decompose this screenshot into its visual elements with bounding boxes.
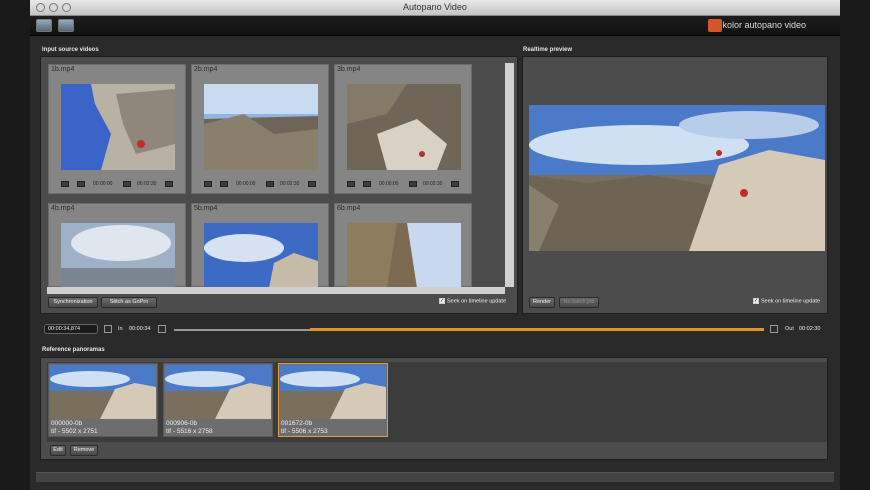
reference-name: 000906-0b (166, 420, 198, 427)
current-time: 00:00:00 (93, 181, 113, 187)
render-button[interactable]: Render (529, 297, 555, 308)
reference-thumbnail (165, 365, 271, 419)
input-source-label: Input source videos (42, 47, 99, 53)
play-button[interactable] (204, 181, 212, 187)
set-out-icon[interactable] (770, 325, 778, 333)
checkmark-icon: ✓ (439, 298, 445, 304)
realtime-preview-label: Realtime preview (523, 47, 573, 53)
options-icon[interactable] (165, 181, 173, 187)
video-thumbnail (204, 84, 318, 170)
video-name: 1b.mp4 (51, 66, 75, 73)
timecode-field[interactable]: 00:00:34,874 (44, 324, 98, 334)
step-forward-button[interactable] (266, 181, 274, 187)
stitch-button[interactable]: Stitch as GoPro (101, 297, 157, 308)
input-source-panel: 1b.mp4 00:00:00 00:02:30 2b.mp4 00:00:00… (40, 56, 518, 314)
panorama-preview (529, 105, 825, 251)
remove-button[interactable]: Remove (70, 445, 98, 456)
options-icon[interactable] (308, 181, 316, 187)
reference-info: tif - 5502 x 2751 (51, 428, 98, 435)
seek-label: Seek on timeline update (447, 298, 507, 305)
video-cell[interactable]: 3b.mp4 00:00:00 00:02:30 (334, 64, 472, 194)
play-button[interactable] (347, 181, 355, 187)
seek-on-timeline-checkbox[interactable]: ✓ Seek on timeline update (439, 298, 506, 304)
step-forward-button[interactable] (123, 181, 131, 187)
reference-name: 000000-0b (51, 420, 83, 427)
reference-info: tif - 5516 x 2758 (166, 428, 213, 435)
app-window: Autopano Video kolor autopano video Inpu… (30, 0, 840, 490)
edit-button[interactable]: Edit (50, 445, 66, 456)
set-in-icon[interactable] (158, 325, 166, 333)
video-thumbnail (61, 84, 175, 170)
out-label: Out (785, 326, 794, 332)
reference-panoramas-label: Reference panoramas (42, 347, 105, 353)
video-thumbnail (347, 84, 461, 170)
step-back-button[interactable] (363, 181, 371, 187)
video-name: 6b.mp4 (337, 205, 361, 212)
current-time: 00:00:00 (236, 181, 256, 187)
import-icon[interactable] (58, 19, 74, 32)
preview-seek-checkbox[interactable]: ✓ Seek on timeline update (753, 298, 820, 304)
video-name: 3b.mp4 (337, 66, 361, 73)
video-name: 4b.mp4 (51, 205, 75, 212)
reference-thumbnail (50, 365, 156, 419)
video-name: 5b.mp4 (194, 205, 218, 212)
options-icon[interactable] (451, 181, 459, 187)
video-thumbnail (204, 223, 318, 288)
step-back-button[interactable] (220, 181, 228, 187)
video-cell[interactable]: 6b.mp4 (334, 203, 472, 288)
step-back-button[interactable] (77, 181, 85, 187)
realtime-preview-panel: Render No batch job ✓ Seek on timeline up… (522, 56, 828, 314)
reference-name: 001672-0b (281, 420, 313, 427)
play-button[interactable] (61, 181, 69, 187)
video-cell[interactable]: 1b.mp4 00:00:00 00:02:30 (48, 64, 186, 194)
preview-seek-label: Seek on timeline update (761, 298, 821, 305)
open-videos-icon[interactable] (36, 19, 52, 32)
play-icon[interactable] (104, 325, 112, 333)
window-title: Autopano Video (403, 2, 467, 12)
video-cell[interactable]: 2b.mp4 00:00:00 00:02:30 (191, 64, 329, 194)
vertical-scrollbar[interactable] (505, 63, 514, 287)
reference-item[interactable]: 000000-0b tif - 5502 x 2751 (48, 363, 158, 437)
status-bar (36, 472, 834, 482)
out-time: 00:02:30 (799, 326, 821, 332)
video-name: 2b.mp4 (194, 66, 218, 73)
synchronization-button[interactable]: Synchronization (48, 297, 98, 308)
title-bar: Autopano Video (30, 0, 840, 16)
reference-item-selected[interactable]: 001672-0b tif - 5506 x 2753 (278, 363, 388, 437)
total-time: 00:02:30 (137, 181, 157, 187)
kolor-logo-icon (708, 19, 722, 32)
video-cell[interactable]: 4b.mp4 (48, 203, 186, 288)
in-time: 00:00:34 (129, 326, 151, 332)
reference-thumbnail (280, 365, 386, 419)
video-cell[interactable]: 5b.mp4 (191, 203, 329, 288)
video-thumbnail (61, 223, 175, 288)
total-time: 00:02:30 (280, 181, 300, 187)
horizontal-scrollbar[interactable] (47, 287, 505, 294)
in-label: In (118, 326, 123, 332)
reference-item[interactable]: 000906-0b tif - 5516 x 2758 (163, 363, 273, 437)
total-time: 00:02:30 (423, 181, 443, 187)
timeline-bar: 00:00:34,874 In 00:00:34 Out 00:02:30 (30, 320, 840, 338)
video-thumbnail (347, 223, 461, 288)
current-time: 00:00:00 (379, 181, 399, 187)
timeline-range[interactable] (310, 328, 764, 331)
step-forward-button[interactable] (409, 181, 417, 187)
toolbar: kolor autopano video (30, 16, 840, 36)
no-batch-job-button[interactable]: No batch job (559, 297, 599, 308)
brand-name: kolor autopano video (722, 20, 806, 30)
reference-info: tif - 5506 x 2753 (281, 428, 328, 435)
reference-panel: 000000-0b tif - 5502 x 2751 000906-0b ti… (40, 357, 828, 460)
checkmark-icon: ✓ (753, 298, 759, 304)
